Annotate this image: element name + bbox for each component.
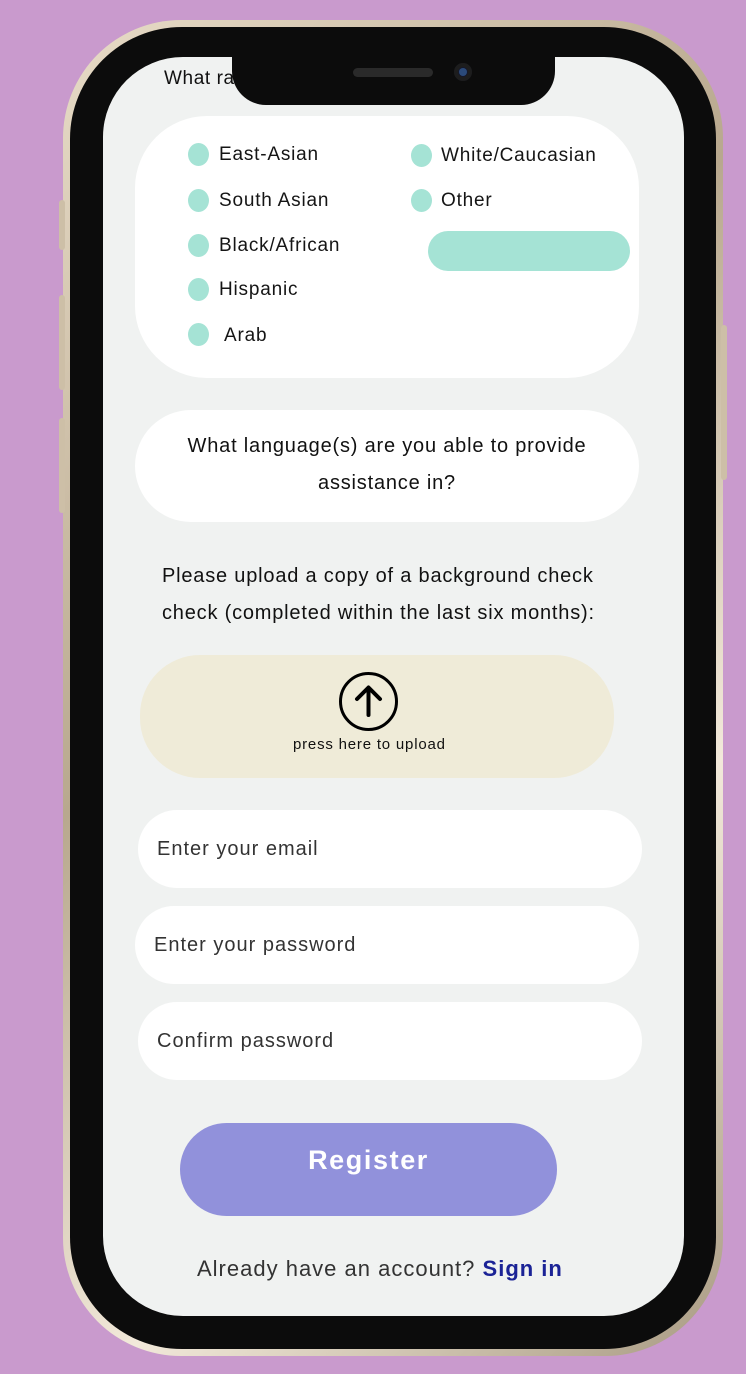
background-check-line2: check (completed within the last six mon…: [162, 602, 595, 624]
option-label-white-caucasian: White/Caucasian: [441, 145, 597, 166]
power-button: [721, 325, 727, 480]
radio-other[interactable]: [411, 189, 432, 212]
language-question-line1: What language(s) are you able to provide: [187, 435, 587, 457]
option-label-black-african: Black/African: [219, 235, 341, 256]
arrow-up-circle-icon[interactable]: [339, 672, 398, 731]
upload-label: press here to upload: [293, 736, 446, 753]
signin-row: Already have an account? Sign in: [197, 1256, 563, 1282]
signin-prompt: Already have an account?: [197, 1256, 476, 1281]
background-check-line1: Please upload a copy of a background che…: [162, 565, 594, 587]
radio-east-asian[interactable]: [188, 143, 209, 166]
other-race-input[interactable]: [428, 231, 630, 271]
radio-arab[interactable]: [188, 323, 209, 346]
password-placeholder: Enter your password: [154, 933, 357, 956]
password-field[interactable]: Enter your password: [135, 906, 639, 984]
register-button[interactable]: Register: [180, 1123, 557, 1216]
radio-black-african[interactable]: [188, 234, 209, 257]
radio-hispanic[interactable]: [188, 278, 209, 301]
option-label-south-asian: South Asian: [219, 190, 330, 211]
radio-south-asian[interactable]: [188, 189, 209, 212]
background-check-instructions: Please upload a copy of a background che…: [162, 558, 662, 632]
phone-notch: [232, 57, 555, 105]
arrow-up-glyph: [355, 685, 382, 717]
language-question-card[interactable]: What language(s) are you able to provide…: [135, 410, 639, 522]
option-label-east-asian: East-Asian: [219, 144, 319, 165]
volume-up-button: [59, 295, 65, 390]
volume-down-button: [59, 418, 65, 513]
signin-link[interactable]: Sign in: [483, 1256, 563, 1281]
option-label-other: Other: [441, 190, 493, 211]
camera-lens: [459, 68, 467, 76]
confirm-password-field[interactable]: Confirm password: [138, 1002, 642, 1080]
email-field[interactable]: Enter your email: [138, 810, 642, 888]
confirm-password-placeholder: Confirm password: [157, 1029, 335, 1052]
mute-switch: [59, 200, 65, 250]
race-question: What ra: [164, 68, 235, 89]
language-question-line2: assistance in?: [318, 472, 456, 494]
speaker-grille: [353, 68, 433, 77]
option-label-arab: Arab: [224, 325, 268, 346]
email-placeholder: Enter your email: [157, 837, 319, 860]
register-label: Register: [308, 1145, 429, 1175]
radio-white-caucasian[interactable]: [411, 144, 432, 167]
option-label-hispanic: Hispanic: [219, 279, 299, 300]
